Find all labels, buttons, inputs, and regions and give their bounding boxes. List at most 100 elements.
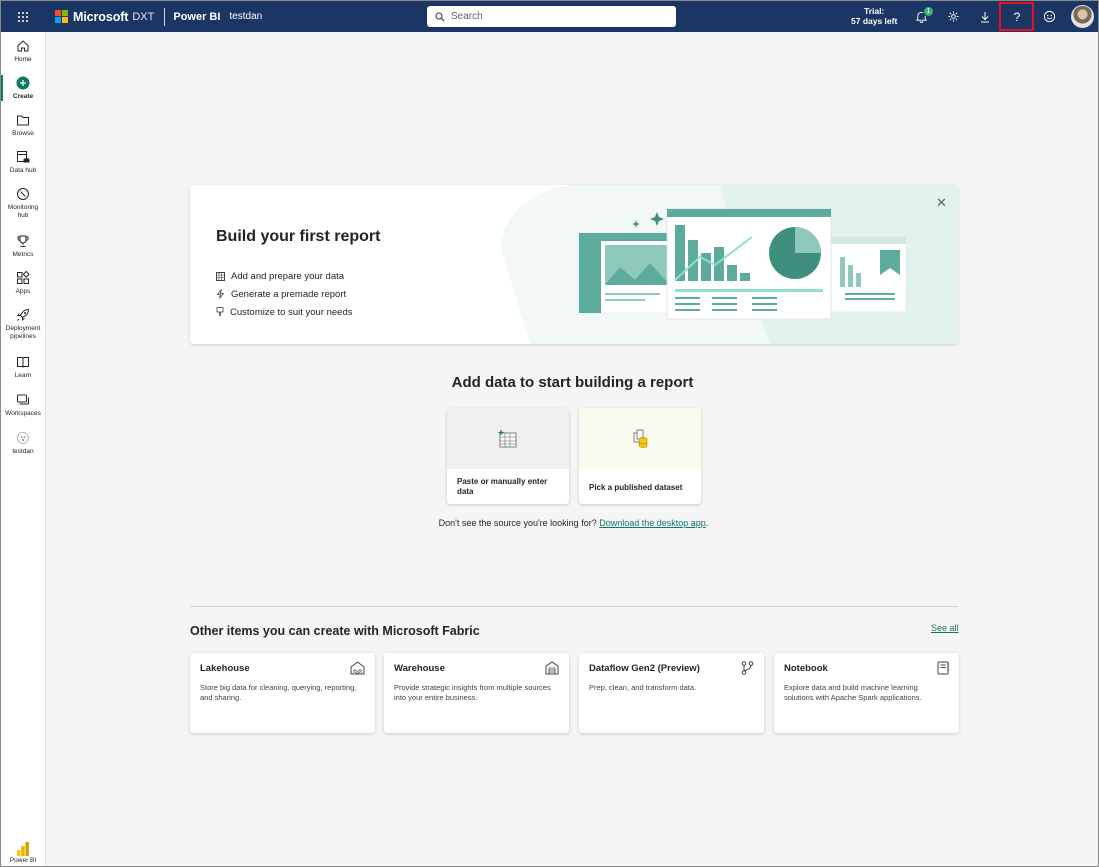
home-icon [16, 38, 30, 54]
paste-data-label: Paste or manually enter data [457, 477, 548, 496]
warehouse-card[interactable]: Warehouse Provide strategic insights fro… [384, 653, 569, 733]
microsoft-logo-icon [55, 10, 68, 23]
nav-home[interactable]: Home [1, 38, 45, 64]
lakehouse-card[interactable]: Lakehouse Store big data for cleaning, q… [190, 653, 375, 733]
dataflow-description: Prep, clean, and transform data. [589, 683, 697, 692]
notebook-card[interactable]: Notebook Explore data and build machine … [774, 653, 959, 733]
published-dataset-card[interactable]: Pick a published dataset [579, 408, 701, 504]
missing-source-period: . [705, 518, 709, 528]
nav-apps-label: Apps [15, 288, 31, 295]
data-hub-icon [16, 149, 30, 165]
warehouse-icon [545, 661, 559, 675]
download-icon [981, 11, 989, 22]
user-avatar[interactable] [1071, 5, 1094, 28]
paste-data-card[interactable]: Paste or manually enter data [447, 408, 569, 504]
trial-status[interactable]: Trial: 57 days left [851, 6, 897, 26]
nav-browse-label: Browse [12, 130, 34, 137]
brand-separator [164, 7, 166, 26]
see-all-link[interactable]: See all [931, 623, 959, 633]
monitoring-icon [16, 186, 30, 202]
section-divider [190, 606, 958, 607]
published-dataset-label: Pick a published dataset [589, 483, 683, 492]
lakehouse-icon [350, 661, 365, 675]
dataset-icon [633, 429, 648, 448]
power-bi-switcher[interactable]: Power BI [1, 841, 45, 864]
paintbrush-icon [216, 307, 224, 316]
notebook-title: Notebook [784, 663, 828, 674]
warehouse-description: Provide strategic insights from multiple… [394, 683, 551, 702]
nav-testdan[interactable]: testdan [1, 430, 45, 456]
nav-browse[interactable]: Browse [1, 112, 45, 138]
banner-feature-label: Customize to suit your needs [230, 306, 353, 318]
nav-testdan-label: testdan [12, 448, 34, 455]
notification-count-badge: 1 [923, 6, 934, 17]
apps-icon [16, 270, 30, 286]
workspace-avatar-icon [16, 430, 30, 446]
folder-icon [16, 112, 30, 128]
add-data-title: Add data to start building a report [451, 374, 694, 391]
dataflow-card[interactable]: Dataflow Gen2 (Preview) Prep, clean, and… [579, 653, 764, 733]
power-bi-label: Power BI [9, 857, 37, 864]
missing-source-hint: Don't see the source you're looking for?… [1, 518, 1099, 528]
nav-monitoring-hub[interactable]: Monitoring hub [1, 186, 45, 220]
nav-workspaces[interactable]: Workspaces [1, 392, 45, 418]
gear-icon [947, 11, 959, 22]
search-placeholder: Search [451, 11, 483, 22]
workspaces-icon [16, 392, 30, 408]
lakehouse-title: Lakehouse [200, 663, 250, 674]
report-illustration [500, 185, 958, 344]
dataflow-icon [741, 661, 754, 675]
close-icon[interactable]: ✕ [936, 195, 947, 211]
missing-source-text: Don't see the source you're looking for? [438, 518, 597, 528]
search-input[interactable]: Search [427, 6, 676, 27]
nav-deployment-pipelines[interactable]: Deployment pipelines [1, 307, 45, 341]
banner-title: Build your first report [216, 228, 381, 245]
nav-metrics[interactable]: Metrics [1, 233, 45, 259]
brand-suffix: DXT [132, 10, 155, 23]
banner-feature-item: Generate a premade report [216, 285, 353, 303]
settings-button[interactable] [938, 1, 968, 32]
nav-data-hub[interactable]: Data hub [1, 149, 45, 175]
brand-name: Microsoft [73, 9, 129, 24]
app-launcher-icon[interactable] [1, 1, 45, 32]
banner-feature-label: Add and prepare your data [231, 270, 345, 282]
trophy-icon [16, 233, 30, 249]
book-icon [16, 354, 30, 370]
banner-feature-item: Customize to suit your needs [216, 303, 353, 321]
nav-home-label: Home [14, 56, 32, 63]
workspace-name[interactable]: testdan [229, 11, 262, 22]
smiley-icon [1043, 10, 1055, 23]
table-add-icon [498, 429, 517, 447]
banner-feature-list: Add and prepare your data Generate a pre… [216, 267, 353, 321]
brand[interactable]: Microsoft DXT [45, 1, 154, 32]
download-button[interactable] [970, 1, 1000, 32]
power-bi-logo-icon [17, 842, 29, 856]
notebook-description: Explore data and build machine learning … [784, 683, 922, 702]
trial-days: 57 days left [851, 16, 898, 26]
nav-workspaces-label: Workspaces [5, 410, 41, 417]
create-icon [16, 75, 30, 91]
nav-metrics-label: Metrics [12, 251, 34, 258]
product-name[interactable]: Power BI [173, 11, 220, 23]
download-desktop-link[interactable]: Download the desktop app [599, 518, 706, 528]
nav-apps[interactable]: Apps [1, 270, 45, 296]
lakehouse-description: Store big data for cleaning, querying, r… [200, 683, 357, 702]
fabric-section-title: Other items you can create with Microsof… [190, 624, 480, 638]
dataflow-title: Dataflow Gen2 (Preview) [589, 663, 700, 674]
nav-deployment-pipelines-label: Deployment pipelines [5, 325, 41, 340]
notifications-button[interactable]: 1 [906, 1, 936, 32]
feedback-button[interactable] [1034, 1, 1064, 32]
table-icon [216, 271, 225, 281]
nav-create-label: Create [12, 93, 34, 100]
lightning-icon [216, 289, 225, 299]
warehouse-title: Warehouse [394, 663, 445, 674]
banner-feature-label: Generate a premade report [231, 288, 347, 300]
nav-create[interactable]: Create [1, 75, 45, 101]
search-icon [435, 11, 445, 22]
rocket-icon [16, 307, 30, 323]
left-navigation: Home Create Browse Data hub Monitoring h… [1, 32, 46, 866]
help-highlight-box [999, 2, 1034, 31]
notebook-icon [937, 661, 949, 675]
banner-feature-item: Add and prepare your data [216, 267, 353, 285]
trial-label: Trial: [864, 6, 885, 16]
